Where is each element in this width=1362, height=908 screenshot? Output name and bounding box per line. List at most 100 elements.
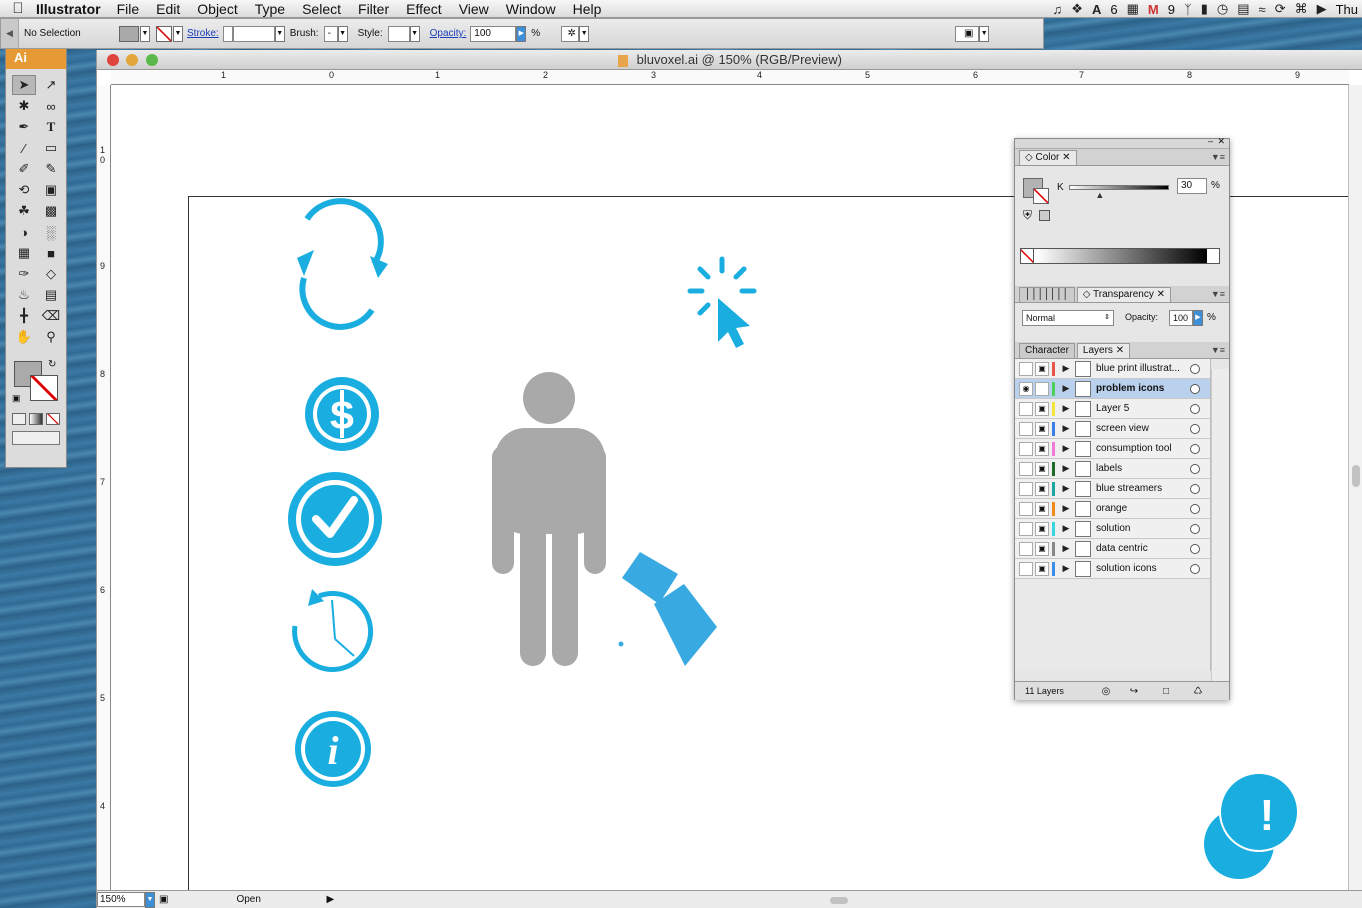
layer-lock-icon[interactable]: ▣ [1035,501,1049,516]
layer-target-icon[interactable] [1190,483,1200,494]
layer-lock-icon[interactable]: ▣ [1035,561,1049,576]
layer-name[interactable]: data centric [1096,543,1184,554]
stroke-swatch[interactable] [156,25,172,42]
minimize-window-button[interactable] [126,54,138,66]
status-icon[interactable]: ▣ [159,894,168,905]
color-spectrum-bar[interactable] [1020,248,1220,264]
free-transform-tool-icon[interactable]: ▩ [39,201,63,221]
layer-target-icon[interactable] [1190,543,1200,554]
close-window-button[interactable] [107,54,119,66]
layer-target-icon[interactable] [1190,403,1200,414]
layer-target-icon[interactable] [1190,423,1200,434]
tab-transparency[interactable]: ◇ Transparency ✕ [1076,287,1171,302]
collapse-panel-icon[interactable]: – [1208,136,1213,146]
tab-character[interactable]: Character [1019,343,1075,358]
layer-lock-icon[interactable]: ▣ [1035,401,1049,416]
live-paint-bucket-tool-icon[interactable]: ♨ [12,285,36,305]
layer-lock-icon[interactable]: ▣ [1035,481,1049,496]
layer-visibility-toggle[interactable]: ◉ [1019,381,1033,396]
menu-filter[interactable]: Filter [358,1,389,17]
apple-icon[interactable]:  [0,0,36,17]
fill-dropdown[interactable]: ▼ [140,25,150,42]
rectangle-tool-icon[interactable]: ▭ [39,138,63,158]
clock-history-icon[interactable] [292,589,374,672]
column-graph-tool-icon[interactable]: ░ [39,222,63,242]
layer-expand-arrow-icon[interactable]: ▶ [1059,543,1073,554]
broken-screen-icon[interactable] [618,552,718,666]
layer-lock-icon[interactable]: ▣ [1035,361,1049,376]
layer-expand-arrow-icon[interactable]: ▶ [1059,363,1073,374]
layer-expand-arrow-icon[interactable]: ▶ [1059,463,1073,474]
recolor-icon[interactable]: ✲ [561,25,580,42]
line-tool-icon[interactable]: ∕ [12,138,36,158]
layer-name[interactable]: screen view [1096,423,1184,434]
layer-row[interactable]: ▣ ▶ screen view [1015,419,1210,439]
k-slider-thumb[interactable]: ▲ [1095,190,1104,200]
time-machine-icon[interactable]: ◷ [1217,1,1228,17]
layer-row[interactable]: ▣ ▶ Layer 5 [1015,399,1210,419]
brush-field[interactable]: - [323,25,338,42]
status-text[interactable]: Open [236,894,326,905]
layer-expand-arrow-icon[interactable]: ▶ [1059,523,1073,534]
layer-target-icon[interactable] [1190,523,1200,534]
app-menu[interactable]: Illustrator [36,1,101,17]
layer-row[interactable]: ▣ ▶ data centric [1015,539,1210,559]
layer-name[interactable]: blue print illustrat... [1096,363,1184,374]
volume-icon[interactable]: ▶ [1317,1,1327,17]
style-dropdown[interactable]: ▼ [409,25,420,42]
eyedropper-tool-icon[interactable]: ✑ [12,264,36,284]
out-of-gamut-icon[interactable]: ⛨ [1023,208,1032,223]
layer-lock-icon[interactable]: ▣ [1035,541,1049,556]
color-panel-menu-icon[interactable]: ▼≡ [1211,152,1225,162]
layer-lock-icon[interactable]: ▣ [1035,441,1049,456]
symbol-sprayer-tool-icon[interactable]: ◑ [12,222,36,242]
color-mode-icon[interactable] [12,413,26,425]
close-panel-icon[interactable]: ✕ [1217,136,1225,147]
layers-panel-menu-icon[interactable]: ▼≡ [1211,345,1225,355]
layer-expand-arrow-icon[interactable]: ▶ [1059,443,1073,454]
layer-row[interactable]: ▣ ▶ orange [1015,499,1210,519]
layer-row[interactable]: ▣ ▶ consumption tool [1015,439,1210,459]
keyboard-icon[interactable]: ⌘ [1295,1,1308,17]
layer-visibility-toggle[interactable] [1019,401,1033,416]
menu-window[interactable]: Window [506,1,556,17]
panel-titlebar[interactable]: – ✕ [1015,136,1229,149]
stroke-control[interactable]: ▼ [156,25,183,42]
wifi-icon[interactable]: ≈ [1259,2,1266,17]
selection-tool-icon[interactable]: ➤ [12,75,36,95]
layer-expand-arrow-icon[interactable]: ▶ [1059,563,1073,574]
color-stroke-swatch[interactable] [1033,188,1049,204]
layer-visibility-toggle[interactable] [1019,481,1033,496]
headphones-icon[interactable]: ♫ [1053,2,1063,17]
zoom-window-button[interactable] [146,54,158,66]
fill-swatch[interactable] [119,25,139,42]
recolor-dropdown[interactable]: ▼ [579,25,590,42]
layer-name[interactable]: labels [1096,463,1184,474]
layer-lock-icon[interactable]: ▣ [1035,421,1049,436]
layer-row[interactable]: ▣ ▶ solution icons [1015,559,1210,579]
mesh-tool-icon[interactable]: ▦ [12,243,36,263]
layer-visibility-toggle[interactable] [1019,441,1033,456]
layer-name[interactable]: orange [1096,503,1184,514]
layer-expand-arrow-icon[interactable]: ▶ [1059,383,1073,394]
layer-name[interactable]: solution icons [1096,563,1184,574]
menubar-clock[interactable]: Thu [1336,2,1358,17]
new-layer-icon[interactable]: □ [1149,686,1183,697]
layer-row[interactable]: ▣ ▶ blue streamers [1015,479,1210,499]
brush-dropdown[interactable]: ▼ [337,25,348,42]
layer-lock-icon[interactable]: ▣ [1035,521,1049,536]
stroke-color-swatch[interactable] [30,375,58,401]
layer-name[interactable]: solution [1096,523,1184,534]
new-sublayer-icon[interactable]: ↪ [1119,686,1149,697]
layer-row[interactable]: ▣ ▶ blue print illustrat... [1015,359,1210,379]
layer-name[interactable]: consumption tool [1096,443,1184,454]
layer-row[interactable]: ▣ ▶ solution [1015,519,1210,539]
live-paint-selection-tool-icon[interactable]: ▤ [39,285,63,305]
make-clipping-mask-icon[interactable]: ◎ [1093,686,1119,697]
layer-target-icon[interactable] [1190,563,1200,574]
blend-mode-select[interactable]: Normal ⇕ [1022,310,1114,326]
default-fill-stroke-icon[interactable]: ▣ [12,393,21,404]
gradient-tool-icon[interactable]: ■ [39,243,63,263]
control-bar-grip[interactable]: ◀ [1,19,19,48]
bluetooth-icon[interactable]: ᛉ [1184,2,1192,17]
